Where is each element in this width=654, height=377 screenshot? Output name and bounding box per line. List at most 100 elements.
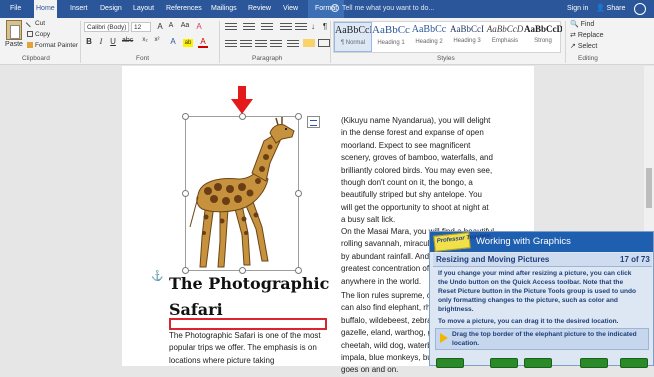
align-left-icon[interactable] bbox=[225, 40, 237, 48]
layout-options-button[interactable] bbox=[307, 116, 320, 128]
feedback-smiley-icon[interactable] bbox=[634, 3, 646, 15]
text-effects-icon[interactable]: A bbox=[168, 37, 178, 46]
decrease-indent-icon[interactable] bbox=[280, 23, 292, 31]
resize-handle-left[interactable] bbox=[182, 190, 189, 197]
style-heading-2[interactable]: AaBbCc Heading 2 bbox=[410, 22, 448, 52]
change-case-icon[interactable]: Aa bbox=[180, 22, 190, 29]
tutorial-header: Professor Teaches Working with Graphics bbox=[430, 232, 653, 252]
shading-icon[interactable] bbox=[303, 39, 315, 47]
font-size-select[interactable]: 12 bbox=[131, 22, 151, 32]
font-group-label: Font bbox=[136, 55, 150, 62]
resize-handle-bottom[interactable] bbox=[239, 267, 246, 274]
format-painter-button[interactable]: Format Painter bbox=[27, 42, 78, 49]
share-button[interactable]: 👤 Share bbox=[596, 0, 625, 18]
grow-font-icon[interactable]: A bbox=[155, 22, 165, 31]
clipboard-icon bbox=[6, 20, 22, 40]
paste-button[interactable]: Paste bbox=[4, 20, 24, 48]
shrink-font-icon[interactable]: A bbox=[166, 22, 176, 29]
instruction-line: Drag the top border of the elephant pict… bbox=[452, 331, 637, 338]
multilevel-list-icon[interactable] bbox=[261, 23, 273, 31]
ribbon: Paste Cut Copy Format Painter Clipboard … bbox=[0, 18, 654, 65]
align-right-icon[interactable] bbox=[255, 40, 267, 48]
tutorial-nav-button[interactable] bbox=[580, 358, 608, 368]
lightbulb-icon bbox=[331, 4, 339, 13]
text-line: beautifully striped but shy antelope. Yo… bbox=[341, 190, 482, 200]
sort-icon[interactable]: ↓ bbox=[308, 22, 318, 31]
tab-review[interactable]: Review bbox=[246, 0, 273, 18]
divider bbox=[330, 21, 331, 63]
line-spacing-icon[interactable] bbox=[287, 40, 299, 48]
resize-handle-top-right[interactable] bbox=[295, 113, 302, 120]
style-name: Strong bbox=[534, 38, 552, 44]
italic-icon[interactable]: I bbox=[96, 37, 106, 46]
resize-handle-bottom-right[interactable] bbox=[295, 267, 302, 274]
lesson-counter: 17 of 73 bbox=[620, 255, 650, 264]
style-strong[interactable]: AaBbCcD Strong bbox=[524, 22, 562, 52]
select-button[interactable]: ↗ Select bbox=[570, 42, 597, 50]
tell-me-text: Tell me what you want to do... bbox=[342, 5, 435, 12]
tutorial-move-line: To move a picture, you can drag it to th… bbox=[438, 318, 619, 325]
increase-indent-icon[interactable] bbox=[295, 23, 307, 31]
tab-design[interactable]: Design bbox=[98, 0, 124, 18]
clear-format-icon[interactable]: A bbox=[194, 22, 204, 31]
paintbrush-icon bbox=[27, 42, 33, 49]
style-sample: AaBbCcDd bbox=[335, 25, 371, 36]
borders-icon[interactable] bbox=[318, 39, 330, 47]
subscript-icon[interactable]: x₂ bbox=[140, 37, 150, 43]
bold-icon[interactable]: B bbox=[84, 37, 94, 46]
text-line: locations where picture taking bbox=[169, 355, 275, 365]
tab-references[interactable]: References bbox=[164, 0, 204, 18]
highlight-icon[interactable]: ab bbox=[183, 39, 193, 47]
justify-icon[interactable] bbox=[270, 40, 282, 48]
replace-button[interactable]: ⇄ Replace bbox=[570, 31, 604, 39]
style-normal[interactable]: AaBbCcDd ¶ Normal bbox=[334, 22, 372, 52]
cut-button[interactable]: Cut bbox=[25, 19, 45, 28]
tutorial-nav-button[interactable] bbox=[436, 358, 464, 368]
select-label: Select bbox=[577, 43, 598, 50]
find-button[interactable]: 🔍 Find bbox=[570, 20, 594, 28]
resize-handle-right[interactable] bbox=[295, 190, 302, 197]
superscript-icon[interactable]: x² bbox=[152, 37, 162, 43]
resize-handle-top[interactable] bbox=[239, 113, 246, 120]
tab-layout[interactable]: Layout bbox=[131, 0, 156, 18]
sign-in-link[interactable]: Sign in bbox=[567, 0, 588, 18]
tutorial-nav-button[interactable] bbox=[620, 358, 648, 368]
editing-group-label: Editing bbox=[578, 55, 598, 62]
tab-mailings[interactable]: Mailings bbox=[209, 0, 239, 18]
text-line: (Kikuyu name Nyandarua), you will deligh… bbox=[341, 116, 491, 125]
instruction-line: location. bbox=[452, 340, 480, 347]
tab-home[interactable]: Home bbox=[34, 0, 57, 18]
red-down-arrow-icon bbox=[231, 86, 253, 114]
style-heading-3[interactable]: AaBbCcI Heading 3 bbox=[448, 22, 486, 52]
text-line: buffalo, wildebeest, zebra, bbox=[341, 315, 434, 325]
resize-handle-bottom-left[interactable] bbox=[182, 267, 189, 274]
font-color-icon[interactable]: A bbox=[198, 37, 208, 48]
play-arrow-icon bbox=[440, 333, 448, 343]
tab-insert[interactable]: Insert bbox=[68, 0, 90, 18]
scrollbar-thumb[interactable] bbox=[646, 168, 652, 208]
style-sample: AaBbCc bbox=[372, 24, 410, 36]
tell-me-box[interactable]: Tell me what you want to do... bbox=[331, 0, 434, 18]
text-line: popular trips we offer. The emphasis is … bbox=[169, 343, 317, 353]
tutorial-nav-button[interactable] bbox=[524, 358, 552, 368]
style-heading-1[interactable]: AaBbCc Heading 1 bbox=[372, 22, 410, 52]
styles-gallery: AaBbCcDd ¶ Normal AaBbCc Heading 1 AaBbC… bbox=[333, 21, 562, 53]
text-line: The Photographic Safari is one of the mo… bbox=[169, 331, 321, 340]
align-center-icon[interactable] bbox=[240, 40, 252, 48]
tab-view[interactable]: View bbox=[281, 0, 300, 18]
picture-selection-frame[interactable] bbox=[185, 116, 299, 271]
bullets-icon[interactable] bbox=[225, 23, 237, 31]
numbering-icon[interactable] bbox=[243, 23, 255, 31]
text-line: will get the opportunity to shoot at nig… bbox=[341, 202, 489, 212]
underline-icon[interactable]: U bbox=[108, 37, 118, 46]
format-painter-label: Format Painter bbox=[35, 42, 78, 49]
style-emphasis[interactable]: AaBbCcD Emphasis bbox=[486, 22, 524, 52]
font-name-select[interactable]: Calibri (Body) bbox=[84, 22, 129, 32]
tutorial-nav-button[interactable] bbox=[490, 358, 518, 368]
pilcrow-icon[interactable]: ¶ bbox=[320, 22, 330, 31]
style-name: ¶ Normal bbox=[340, 40, 366, 46]
tab-file[interactable]: File bbox=[8, 0, 23, 18]
strikethrough-icon[interactable]: abc bbox=[122, 37, 133, 44]
copy-button[interactable]: Copy bbox=[27, 31, 50, 38]
resize-handle-top-left[interactable] bbox=[182, 113, 189, 120]
